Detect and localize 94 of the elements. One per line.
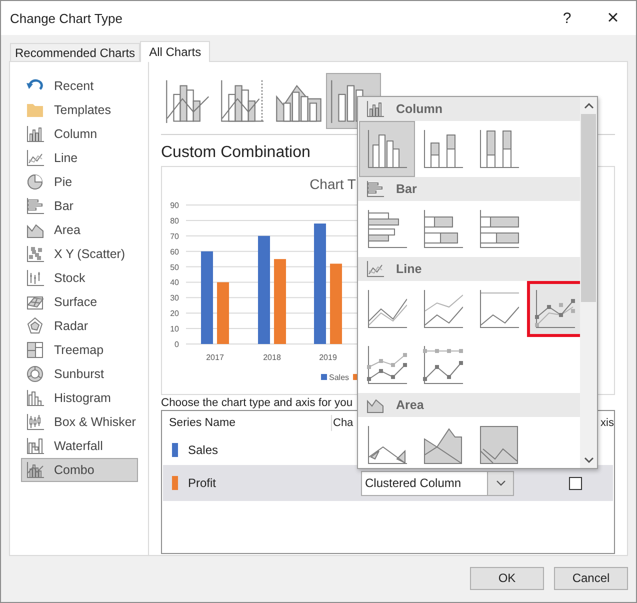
axis-label: 30 <box>170 294 179 303</box>
axis-label: 0 <box>174 340 179 349</box>
axis-label: 50 <box>170 262 179 272</box>
legend-key <box>321 374 327 380</box>
line-chart-icon <box>423 289 463 329</box>
chart-category-item[interactable]: Bar <box>21 194 138 218</box>
section-title: Column <box>396 102 443 116</box>
close-button[interactable]: × <box>590 1 636 35</box>
secondary-axis-checkbox[interactable] <box>568 476 582 490</box>
series-name: Sales <box>187 442 220 456</box>
tab[interactable]: All Charts <box>140 41 210 62</box>
scrollbar-thumb[interactable] <box>581 114 596 302</box>
chart-category-item[interactable]: Area <box>21 218 138 242</box>
section-title: Bar <box>396 182 417 196</box>
stacked-bar-chart-icon <box>423 209 463 249</box>
instruction-text: Choose the chart type and axis for you <box>161 396 353 410</box>
pie-chart-icon <box>26 173 44 191</box>
line-chart-icon <box>367 289 407 329</box>
chevron-down-icon <box>496 480 506 486</box>
stock-chart-icon <box>26 269 44 287</box>
line-chart-icon <box>367 345 407 385</box>
axis-label: 80 <box>170 216 179 226</box>
section-title: Area <box>396 398 424 412</box>
window-title: Change Chart Type <box>10 10 122 26</box>
column-chart-icon <box>366 100 384 118</box>
dialog-button[interactable]: OK <box>470 566 544 590</box>
bar <box>217 282 229 344</box>
column-chart-icon <box>26 125 44 143</box>
histogram-icon <box>26 389 44 407</box>
legend-label: Sales <box>329 373 350 382</box>
chart-category-item[interactable]: Column <box>21 122 138 146</box>
radar-chart-icon <box>26 317 44 335</box>
bar-chart-icon <box>366 180 384 198</box>
chevron-up-icon <box>584 102 594 110</box>
box-whisker-icon <box>26 413 44 431</box>
axis-label: 10 <box>170 324 179 334</box>
waterfall-chart-icon <box>26 437 44 455</box>
chart-type-dropdown[interactable]: Clustered Column <box>361 470 514 496</box>
axis-label: 20 <box>170 309 179 318</box>
chart-category-item[interactable]: Combo <box>21 458 138 482</box>
chart-category-item[interactable]: X Y (Scatter) <box>21 242 138 266</box>
combo-chart-icon <box>26 461 44 479</box>
chart-category-item[interactable]: Radar <box>21 314 138 338</box>
chart-category-item[interactable]: Waterfall <box>21 434 138 458</box>
column-header: Series Name <box>162 414 332 430</box>
axis-label: 90 <box>170 201 179 210</box>
dropdown-value: Clustered Column <box>364 476 462 490</box>
help-button[interactable]: ? <box>544 1 590 35</box>
line-chart-icon <box>535 289 575 329</box>
axis-label: 60 <box>170 247 179 256</box>
axis-label: 2018 <box>263 353 281 362</box>
line-chart-icon <box>366 260 384 278</box>
dialog-button[interactable]: Cancel <box>554 566 628 590</box>
bar-chart-icon <box>26 197 44 215</box>
chart-category-item[interactable]: Surface <box>21 290 138 314</box>
line-chart-icon <box>479 289 519 329</box>
chart-type-option[interactable] <box>359 121 415 177</box>
treemap-icon <box>26 341 44 359</box>
folder-icon <box>26 101 44 119</box>
scatter-chart-icon <box>26 245 44 263</box>
column-header: xis <box>600 416 614 428</box>
chevron-down-icon <box>584 456 594 464</box>
bar-chart-icon <box>367 209 407 249</box>
line-chart-icon <box>423 345 463 385</box>
chart-title: Chart T <box>310 176 356 192</box>
column-header: Cha <box>332 416 354 428</box>
chart-category-item[interactable]: Recent <box>21 74 138 98</box>
stacked-bar-chart-icon <box>479 209 519 249</box>
axis-label: 2019 <box>319 353 337 362</box>
stacked-column-chart-icon <box>423 129 463 169</box>
section-title: Line <box>396 262 422 276</box>
tab[interactable]: Recommended Charts <box>10 43 140 61</box>
stacked-column-chart-icon <box>479 129 519 169</box>
chart-category-item[interactable]: Line <box>21 146 138 170</box>
chart-category-item[interactable]: Histogram <box>21 386 138 410</box>
axis-label: 2017 <box>206 353 224 362</box>
area-chart-icon <box>479 425 519 465</box>
chart-category-item[interactable]: Box & Whisker <box>21 410 138 434</box>
column-chart-icon <box>367 129 407 169</box>
axis-label: 40 <box>170 278 179 288</box>
section-heading: Custom Combination <box>161 143 312 163</box>
chart-category-item[interactable]: Templates <box>21 98 138 122</box>
series-name: Profit <box>187 476 218 490</box>
chart-category-item[interactable]: Treemap <box>21 338 138 362</box>
chart-category-item[interactable]: Sunburst <box>21 362 138 386</box>
line-chart-icon <box>26 149 44 167</box>
sunburst-icon <box>26 365 44 383</box>
chart-type-option[interactable] <box>527 281 580 337</box>
chart-category-item[interactable]: Stock <box>21 266 138 290</box>
dropdown-button[interactable] <box>487 472 513 494</box>
axis-label: 70 <box>170 232 179 241</box>
chart-category-item[interactable]: Pie <box>21 170 138 194</box>
scrollbar[interactable] <box>580 97 597 468</box>
area-chart-icon <box>367 425 407 465</box>
